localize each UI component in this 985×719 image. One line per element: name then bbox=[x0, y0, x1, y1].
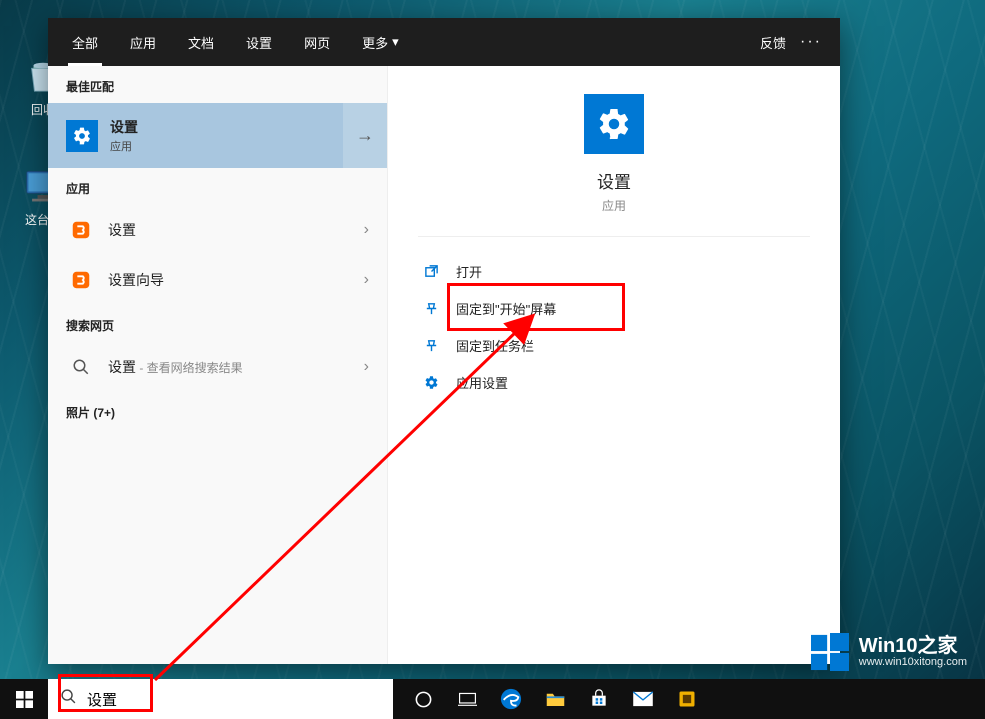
taskbar-search-box[interactable] bbox=[48, 679, 393, 719]
taskbar bbox=[0, 679, 985, 719]
preview-app-icon bbox=[584, 94, 644, 154]
gear-icon bbox=[66, 120, 98, 152]
watermark-url: www.win10xitong.com bbox=[859, 656, 967, 668]
preview-sub: 应用 bbox=[418, 197, 810, 214]
tab-documents[interactable]: 文档 bbox=[172, 18, 230, 66]
chevron-right-icon: › bbox=[364, 221, 369, 239]
tab-more[interactable]: 更多 ▾ bbox=[346, 18, 415, 66]
chevron-right-icon: › bbox=[364, 271, 369, 289]
result-app-item[interactable]: 设置 › bbox=[48, 205, 387, 255]
open-icon bbox=[422, 264, 440, 280]
result-web-item[interactable]: 设置 - 查看网络搜索结果 › bbox=[48, 342, 387, 392]
taskbar-store[interactable] bbox=[577, 679, 621, 719]
taskbar-mail[interactable] bbox=[621, 679, 665, 719]
results-list: 最佳匹配 设置 应用 → 应用 设置 › bbox=[48, 66, 388, 664]
action-pin-taskbar[interactable]: 固定到任务栏 bbox=[418, 327, 810, 364]
tab-all[interactable]: 全部 bbox=[56, 18, 114, 66]
pin-icon bbox=[422, 338, 440, 354]
taskbar-app[interactable] bbox=[665, 679, 709, 719]
result-title: 设置 bbox=[110, 117, 369, 137]
tab-apps[interactable]: 应用 bbox=[114, 18, 172, 66]
tab-web[interactable]: 网页 bbox=[288, 18, 346, 66]
taskbar-edge[interactable] bbox=[489, 679, 533, 719]
result-settings-app[interactable]: 设置 应用 → bbox=[48, 103, 387, 168]
more-options-button[interactable]: ··· bbox=[800, 33, 822, 51]
action-open[interactable]: 打开 bbox=[418, 253, 810, 290]
action-pin-start[interactable]: 固定到"开始"屏幕 bbox=[418, 290, 810, 327]
watermark: Win10之家 www.win10xitong.com bbox=[811, 633, 967, 671]
result-title: 设置 bbox=[108, 220, 356, 240]
result-sub: - 查看网络搜索结果 bbox=[136, 361, 243, 375]
preview-pane: 设置 应用 打开 固定到"开始"屏幕 固定到任务栏 应用设置 bbox=[388, 66, 840, 664]
taskbar-explorer[interactable] bbox=[533, 679, 577, 719]
app-icon bbox=[66, 265, 96, 295]
action-app-settings[interactable]: 应用设置 bbox=[418, 364, 810, 401]
start-button[interactable] bbox=[0, 679, 48, 719]
search-results-panel: 全部 应用 文档 设置 网页 更多 ▾ 反馈 ··· 最佳匹配 设置 应 bbox=[48, 18, 840, 664]
windows-logo-icon bbox=[811, 633, 849, 671]
action-label: 固定到"开始"屏幕 bbox=[456, 299, 556, 318]
section-best-match: 最佳匹配 bbox=[48, 66, 387, 103]
expand-arrow-icon[interactable]: → bbox=[343, 103, 387, 168]
action-label: 固定到任务栏 bbox=[456, 336, 534, 355]
result-title: 设置 bbox=[108, 359, 136, 375]
windows-icon bbox=[16, 691, 33, 708]
action-label: 打开 bbox=[456, 262, 482, 281]
search-panel-header: 全部 应用 文档 设置 网页 更多 ▾ 反馈 ··· bbox=[48, 18, 840, 66]
pin-icon bbox=[422, 301, 440, 317]
taskbar-cortana[interactable] bbox=[401, 679, 445, 719]
chevron-down-icon: ▾ bbox=[392, 34, 399, 50]
search-icon bbox=[60, 688, 77, 710]
result-title: 设置向导 bbox=[108, 270, 356, 290]
chevron-right-icon: › bbox=[364, 358, 369, 376]
search-input[interactable] bbox=[87, 691, 381, 708]
section-apps: 应用 bbox=[48, 168, 387, 205]
search-icon bbox=[66, 352, 96, 382]
tab-settings[interactable]: 设置 bbox=[230, 18, 288, 66]
result-app-item[interactable]: 设置向导 › bbox=[48, 255, 387, 305]
feedback-button[interactable]: 反馈 bbox=[760, 33, 786, 52]
gear-icon bbox=[422, 375, 440, 391]
section-photos: 照片 (7+) bbox=[48, 392, 387, 429]
app-icon bbox=[66, 215, 96, 245]
result-sub: 应用 bbox=[110, 138, 369, 154]
preview-title: 设置 bbox=[418, 168, 810, 193]
watermark-title: Win10之家 bbox=[859, 636, 967, 656]
taskbar-task-view[interactable] bbox=[445, 679, 489, 719]
section-web: 搜索网页 bbox=[48, 305, 387, 342]
action-label: 应用设置 bbox=[456, 373, 508, 392]
